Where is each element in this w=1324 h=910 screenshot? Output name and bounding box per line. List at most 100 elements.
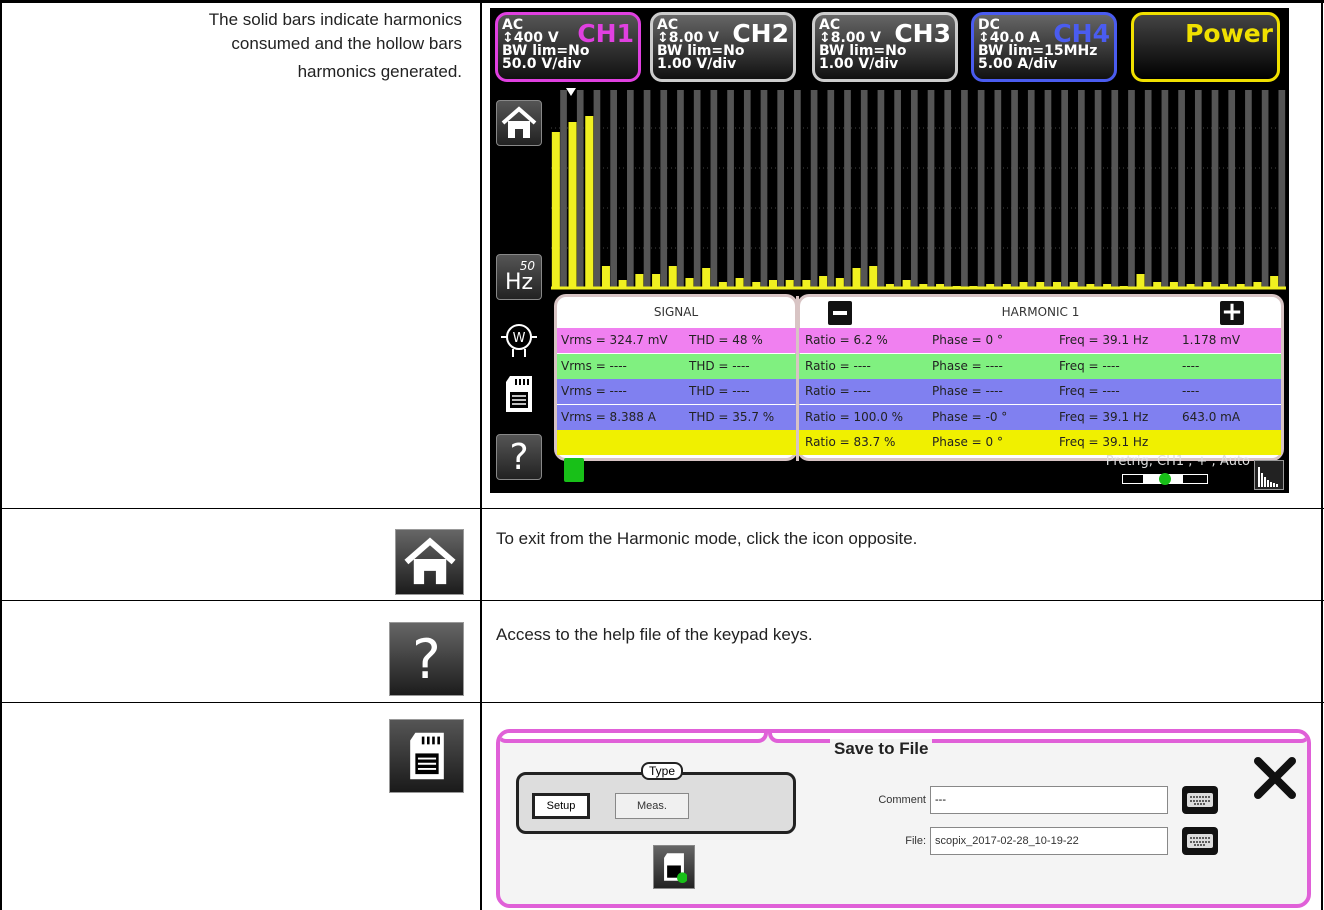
hollow-harmonic-bar — [827, 90, 835, 288]
hollow-harmonic-bar — [810, 90, 818, 288]
hollow-harmonic-bar — [910, 90, 918, 288]
home-icon-illustration — [395, 529, 464, 595]
solid-harmonic-bar — [1270, 276, 1279, 288]
comment-field[interactable]: --- — [930, 786, 1168, 814]
hollow-harmonic-bar — [1194, 90, 1202, 288]
row-val: 643.0 mA — [1182, 409, 1241, 424]
dialog-title: Save to File — [830, 739, 933, 759]
row-vrms: Vrms = ---- — [561, 358, 627, 373]
hollow-harmonic-bar — [576, 90, 584, 288]
hollow-harmonic-bar — [994, 90, 1002, 288]
measurement-rows: Vrms = 324.7 mV THD = 48 % Ratio = 6.2 % Ph… — [557, 328, 1281, 458]
hollow-harmonic-bar — [961, 90, 968, 288]
row-phase: Phase = ---- — [932, 358, 1003, 373]
hollow-harmonic-bar — [1027, 90, 1035, 288]
row-vrms: Vrms = 8.388 A — [561, 409, 656, 424]
hollow-harmonic-bar — [1061, 90, 1069, 288]
hollow-harmonic-bar — [1011, 90, 1018, 288]
trigger-marker-icon — [566, 88, 576, 96]
solid-harmonic-bar — [551, 132, 560, 288]
channel-box-ch2[interactable]: AC ↕8.00 V BW lim=No 1.00 V/div CH2 — [650, 12, 796, 82]
ch3-scale: 1.00 V/div — [819, 56, 899, 72]
hollow-harmonic-bar — [844, 90, 851, 288]
channel-box-ch4[interactable]: DC ↕40.0 A BW lim=15MHz 5.00 A/div CH4 — [971, 12, 1117, 82]
row-harmonic-bg — [799, 353, 1281, 379]
type-group-label: Type — [641, 762, 684, 780]
row-signal-bg — [557, 430, 796, 456]
row-thd: THD = 35.7 % — [689, 409, 775, 424]
frequency-button[interactable]: 50 Hz — [496, 254, 542, 300]
hollow-harmonic-bar — [643, 90, 651, 288]
ch3-name: CH3 — [894, 19, 951, 48]
solid-harmonic-bar — [601, 266, 610, 288]
hollow-harmonic-bar — [1245, 90, 1252, 288]
row-thd: THD = ---- — [689, 384, 750, 399]
harmonics-view-button[interactable] — [1254, 460, 1284, 490]
setup-button[interactable]: Setup — [532, 793, 590, 819]
spectrum-icon — [1258, 467, 1278, 487]
home-icon — [403, 537, 456, 585]
hollow-harmonic-bar — [1261, 90, 1269, 288]
ch2-scale: 1.00 V/div — [657, 56, 737, 72]
row-freq: Freq = ---- — [1059, 384, 1120, 399]
panel-separator — [796, 296, 799, 461]
row-ratio: Ratio = 83.7 % — [805, 435, 896, 450]
hollow-harmonic-bar — [1078, 90, 1085, 288]
hollow-harmonic-bar — [877, 90, 885, 288]
table-left-border — [0, 0, 2, 910]
power-button[interactable]: Power — [1131, 12, 1280, 82]
question-icon: ? — [509, 436, 529, 478]
row-separator — [0, 508, 1324, 509]
comment-keyboard-button[interactable] — [1182, 786, 1218, 814]
row-thd: THD = 48 % — [689, 333, 763, 347]
trigger-status: Pretrig, CH1 , + , Auto — [1105, 454, 1250, 469]
table-divider — [480, 0, 482, 910]
meas-button[interactable]: Meas. — [615, 793, 689, 819]
home-button[interactable] — [496, 100, 542, 146]
file-keyboard-button[interactable] — [1182, 827, 1218, 855]
question-icon: ? — [412, 627, 441, 691]
save-button[interactable] — [496, 371, 542, 417]
measurement-row: Vrms = ---- THD = ---- Ratio = ---- Phase =… — [557, 353, 1281, 379]
sd-card-icon — [664, 853, 687, 883]
power-meter-button[interactable]: W — [496, 316, 542, 362]
harmonics-bar-chart — [551, 88, 1286, 294]
hollow-harmonic-bar — [1094, 90, 1102, 288]
solid-harmonic-bar — [635, 274, 644, 288]
keyboard-icon — [1187, 834, 1213, 848]
row-freq: Freq = 39.1 Hz — [1059, 333, 1149, 347]
hollow-harmonic-bar — [794, 90, 801, 288]
hollow-harmonic-bar — [1128, 90, 1135, 288]
hollow-harmonic-bar — [1278, 90, 1286, 288]
row-vrms: Vrms = 324.7 mV — [561, 333, 668, 347]
ch4-scale: 5.00 A/div — [978, 56, 1058, 72]
hollow-harmonic-bar — [1044, 90, 1052, 288]
row-ratio: Ratio = 6.2 % — [805, 333, 888, 347]
hollow-harmonic-bar — [627, 90, 634, 288]
hollow-harmonic-bar — [777, 90, 785, 288]
save-confirm-button[interactable] — [653, 845, 695, 889]
row-phase: Phase = ---- — [932, 384, 1003, 399]
channel-box-ch1[interactable]: AC ↕400 V BW lim=No 50.0 V/div CH1 — [495, 12, 641, 82]
row1-line: harmonics generated. — [297, 62, 462, 81]
help-button[interactable]: ? — [496, 434, 542, 480]
row-ratio: Ratio = 100.0 % — [805, 409, 904, 424]
close-button[interactable] — [1252, 755, 1298, 801]
channel-box-ch3[interactable]: AC ↕8.00 V BW lim=No 1.00 V/div CH3 — [812, 12, 958, 82]
hollow-harmonic-bar — [977, 90, 985, 288]
solid-harmonic-bar — [585, 116, 594, 288]
hollow-harmonic-bar — [860, 90, 868, 288]
oscilloscope-screen: AC ↕400 V BW lim=No 50.0 V/div CH1 AC ↕8… — [490, 8, 1289, 493]
trigger-position-icon — [1159, 473, 1171, 485]
file-name-field[interactable]: scopix_2017-02-28_10-19-22 — [930, 827, 1168, 855]
solid-harmonic-bar — [568, 122, 577, 288]
row1-line: consumed and the hollow bars — [231, 34, 462, 53]
table-right-border — [1321, 0, 1323, 910]
hollow-harmonic-bar — [894, 90, 901, 288]
harmonic-plus-button[interactable]: + — [1220, 299, 1244, 325]
type-group: Type Setup Meas. — [516, 762, 796, 834]
hollow-harmonic-bar — [560, 90, 567, 288]
svg-text:W: W — [513, 331, 526, 346]
row-freq: Freq = 39.1 Hz — [1059, 409, 1149, 424]
save-to-file-dialog: Save to File Type Setup Meas. Comment --… — [496, 729, 1311, 908]
